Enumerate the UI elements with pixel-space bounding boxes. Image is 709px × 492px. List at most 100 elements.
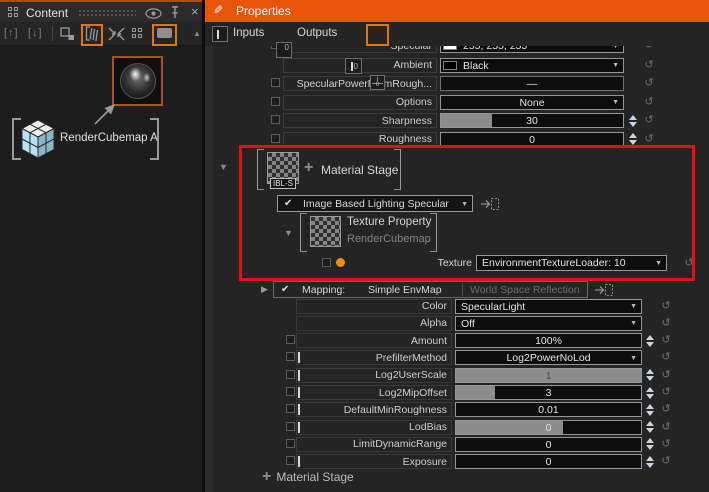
lodbias-checkbox[interactable] — [286, 422, 295, 431]
amount-checkbox[interactable] — [286, 335, 295, 344]
defaultminroughness-spinner[interactable] — [644, 402, 656, 417]
ambient-dropdown[interactable]: Black▼ — [440, 58, 624, 73]
log2userscale-label: Log2UserScale — [296, 368, 452, 383]
mapping-check-icon[interactable]: ✔ — [281, 284, 289, 295]
add-icon[interactable]: + — [304, 160, 313, 176]
alpha-dropdown[interactable]: Off▼ — [455, 316, 642, 331]
promote-input-icon[interactable] — [594, 283, 614, 297]
material-stage-collapse-icon[interactable]: ▼ — [219, 162, 228, 172]
log2mipoffset-field[interactable]: 3 — [455, 385, 642, 400]
texture-property-title: Texture Property — [347, 216, 431, 228]
log2userscale-value: 1 — [456, 370, 641, 382]
inputs-icon[interactable] — [212, 26, 228, 42]
lodbias-value: 0 — [456, 422, 641, 434]
roughness-reset-icon[interactable]: ↺ — [643, 132, 655, 147]
amount-spinner[interactable] — [644, 333, 656, 348]
inputs-label[interactable]: Inputs — [233, 27, 264, 39]
log2userscale-reset-icon[interactable]: ↺ — [660, 368, 672, 383]
specularpowerfromrough-checkbox[interactable] — [271, 78, 280, 87]
sharpness-label: Sharpness — [283, 113, 437, 128]
prefiltermethod-value: Log2PowerNoLod — [456, 352, 641, 364]
caret-down-icon: ▼ — [630, 355, 637, 363]
texture-checkbox[interactable] — [322, 258, 331, 267]
shader-check-icon[interactable]: ✔ — [284, 198, 292, 209]
sharpness-value: 30 — [441, 115, 623, 127]
color-dropdown[interactable]: SpecularLight▼ — [455, 299, 642, 314]
alpha-label: Alpha — [296, 316, 452, 331]
add-icon: + — [262, 469, 271, 485]
log2userscale-checkbox[interactable] — [286, 370, 295, 379]
mapping-active-option[interactable]: Simple EnvMap — [368, 284, 442, 296]
roughness-checkbox[interactable] — [271, 134, 280, 143]
color-reset-icon[interactable]: ↺ — [660, 299, 672, 314]
texture-dropdown-value: EnvironmentTextureLoader: 10 — [477, 257, 666, 269]
options-value: None — [441, 97, 623, 109]
mapping-divider — [462, 283, 463, 296]
io-stacked-icon[interactable]: I0 — [370, 75, 385, 90]
log2mipoffset-checkbox[interactable] — [286, 387, 295, 396]
specularpowerfromrough-reset-icon[interactable]: ↺ — [643, 76, 655, 91]
defaultminroughness-value: 0.01 — [456, 404, 641, 416]
log2mipoffset-spinner[interactable] — [644, 385, 656, 400]
defaultminroughness-checkbox[interactable] — [286, 404, 295, 413]
stage-bracket-right — [395, 149, 401, 190]
sharpness-field[interactable]: 30 — [440, 113, 624, 128]
stage-bracket-left — [257, 149, 263, 190]
limitdynamicrange-reset-icon[interactable]: ↺ — [660, 437, 672, 452]
lodbias-label: LodBias — [296, 420, 452, 435]
mapping-expand-icon[interactable]: ▶ — [261, 284, 268, 294]
prefiltermethod-label: PrefilterMethod — [296, 350, 452, 365]
sharpness-reset-icon[interactable]: ↺ — [643, 113, 655, 128]
sharpness-checkbox[interactable] — [271, 115, 280, 124]
amount-value: 100% — [456, 335, 641, 347]
promote-input-icon[interactable] — [480, 197, 500, 211]
prefiltermethod-dropdown[interactable]: Log2PowerNoLod▼ — [455, 350, 642, 365]
outputs-icon[interactable]: 0 — [276, 42, 292, 58]
texture-dropdown[interactable]: EnvironmentTextureLoader: 10 ▼ — [476, 255, 667, 271]
io-side-icon[interactable]: 0 — [345, 58, 362, 74]
mapping-label: Mapping: — [302, 284, 345, 296]
texture-bracket-right — [431, 213, 437, 252]
ambient-reset-icon[interactable]: ↺ — [643, 58, 655, 73]
limitdynamicrange-field[interactable]: 0 — [455, 437, 642, 452]
ambient-value: Black — [441, 60, 623, 72]
thumbnail-tag: IBL-S — [270, 178, 296, 189]
exposure-spinner[interactable] — [644, 454, 656, 469]
specularpowerfromrough-field[interactable]: — — [440, 76, 624, 91]
log2mipoffset-label: Log2MipOffset — [296, 385, 452, 400]
roughness-spinner[interactable] — [627, 132, 639, 147]
amount-field[interactable]: 100% — [455, 333, 642, 348]
exposure-field[interactable]: 0 — [455, 454, 642, 469]
options-dropdown[interactable]: None▼ — [440, 95, 624, 110]
sharpness-spinner[interactable] — [627, 113, 639, 128]
defaultminroughness-reset-icon[interactable]: ↺ — [660, 402, 672, 417]
log2mipoffset-reset-icon[interactable]: ↺ — [660, 385, 672, 400]
exposure-reset-icon[interactable]: ↺ — [660, 454, 672, 469]
alpha-reset-icon[interactable]: ↺ — [660, 316, 672, 331]
options-reset-icon[interactable]: ↺ — [643, 95, 655, 110]
roughness-value: 0 — [441, 134, 623, 146]
amount-reset-icon[interactable]: ↺ — [660, 333, 672, 348]
log2userscale-spinner[interactable] — [644, 368, 656, 383]
texture-reset-icon[interactable]: ↺ — [683, 256, 695, 271]
outputs-label[interactable]: Outputs — [297, 27, 337, 39]
defaultminroughness-field[interactable]: 0.01 — [455, 402, 642, 417]
log2userscale-field[interactable]: 1 — [455, 368, 642, 383]
roughness-field[interactable]: 0 — [440, 132, 624, 147]
options-checkbox[interactable] — [271, 97, 280, 106]
add-material-stage-button[interactable]: + Material Stage — [262, 468, 354, 486]
limitdynamicrange-checkbox[interactable] — [286, 439, 295, 448]
prefiltermethod-reset-icon[interactable]: ↺ — [660, 350, 672, 365]
shader-dropdown[interactable]: ✔ Image Based Lighting Specular ▼ — [277, 195, 473, 212]
mapping-inactive-option[interactable]: World Space Reflection — [470, 284, 580, 296]
lodbias-spinner[interactable] — [644, 420, 656, 435]
lodbias-reset-icon[interactable]: ↺ — [660, 420, 672, 435]
mapping-toggle[interactable]: ✔ Mapping: Simple EnvMap World Space Ref… — [273, 281, 588, 298]
exposure-checkbox[interactable] — [286, 456, 295, 465]
texture-property-collapse-icon[interactable]: ▼ — [284, 228, 293, 238]
texture-property-thumbnail[interactable] — [310, 216, 341, 247]
texture-modified-indicator — [336, 258, 345, 267]
limitdynamicrange-spinner[interactable] — [644, 437, 656, 452]
lodbias-field[interactable]: 0 — [455, 420, 642, 435]
prefiltermethod-checkbox[interactable] — [286, 352, 295, 361]
